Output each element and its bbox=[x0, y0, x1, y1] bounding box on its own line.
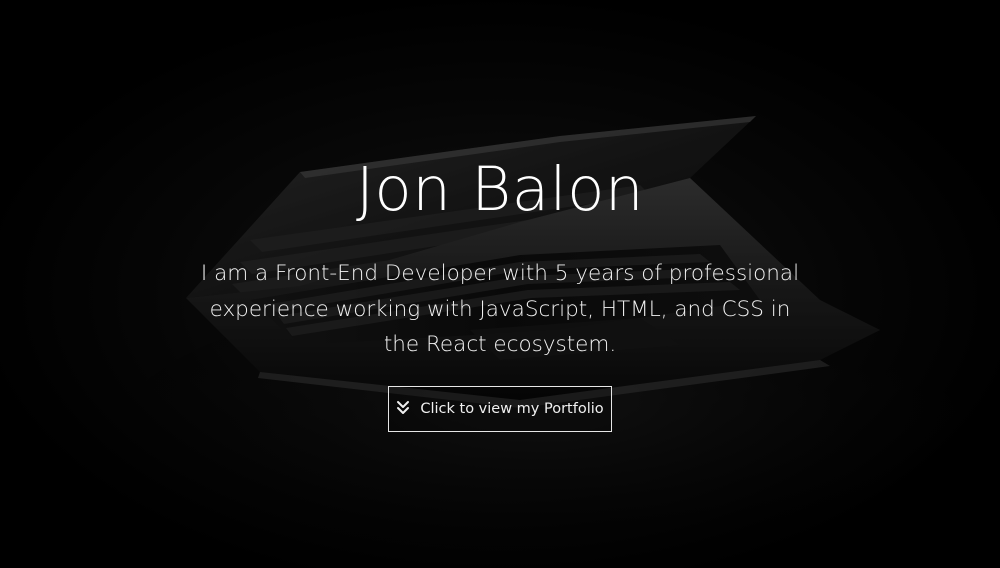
view-portfolio-label: Click to view my Portfolio bbox=[420, 401, 604, 417]
hero-title: Jon Balon bbox=[355, 154, 645, 225]
hero-section: Jon Balon I am a Front-End Developer wit… bbox=[0, 0, 1000, 568]
hero-bio: I am a Front-End Developer with 5 years … bbox=[200, 261, 800, 357]
double-chevron-down-icon bbox=[396, 400, 410, 416]
view-portfolio-button[interactable]: Click to view my Portfolio bbox=[388, 386, 612, 432]
hero-content: Jon Balon I am a Front-End Developer wit… bbox=[0, 0, 1000, 568]
